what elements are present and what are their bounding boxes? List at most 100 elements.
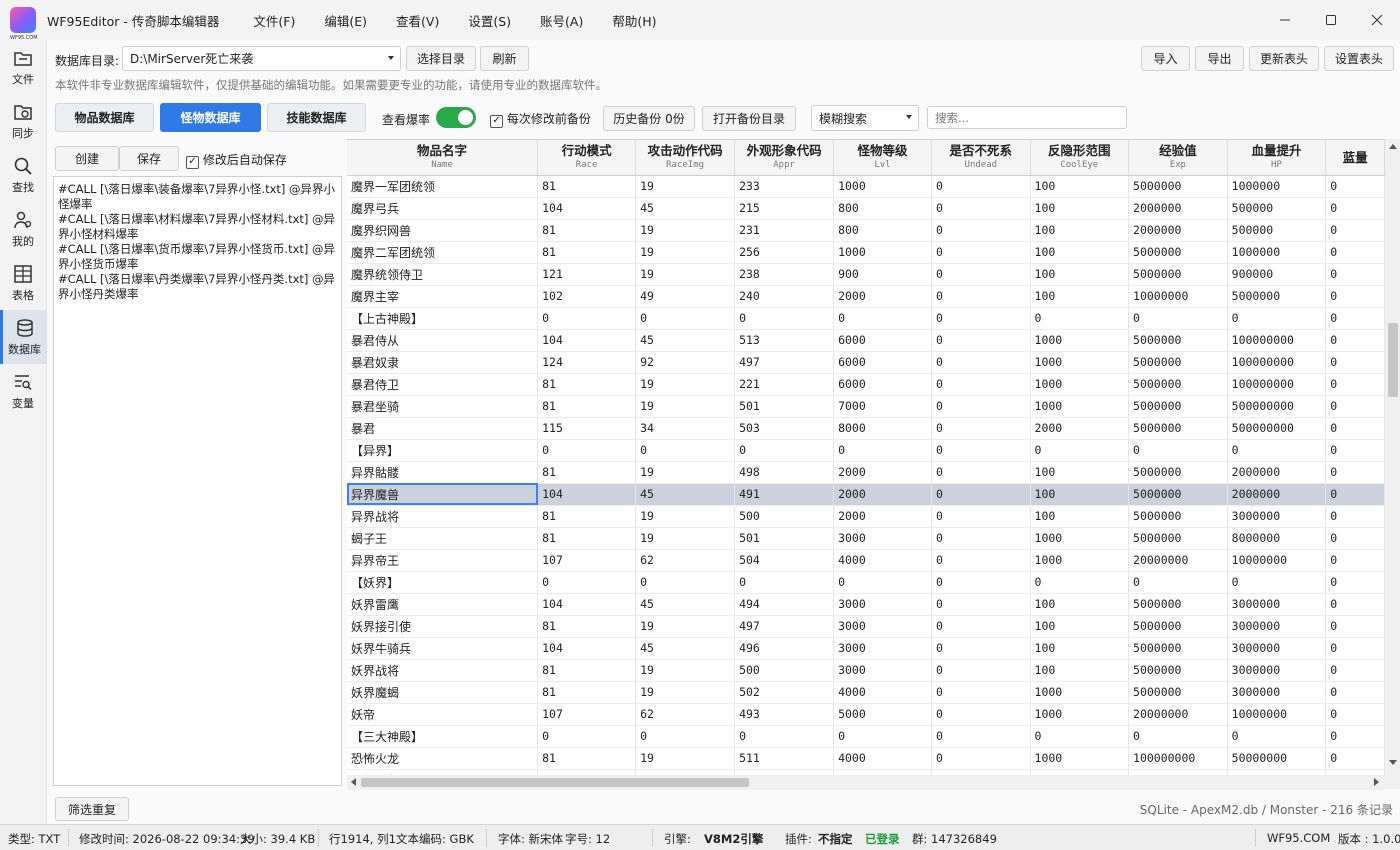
table-cell[interactable]: 104 — [537, 197, 637, 220]
table-cell[interactable]: 81 — [537, 747, 637, 770]
table-row[interactable]: 蝎子王 81 19 501 3000 0 1000 5000000 8000000 0 — [347, 527, 1385, 550]
table-cell[interactable]: 19 — [635, 505, 736, 528]
table-cell[interactable]: 19 — [635, 373, 736, 396]
table-cell[interactable]: 0 — [1325, 351, 1385, 374]
table-row[interactable]: 【上古神殿】 0 0 0 0 0 0 0 0 0 — [347, 307, 1385, 330]
table-cell[interactable]: 0 — [931, 615, 1031, 638]
table-cell[interactable]: 0 — [1128, 307, 1228, 330]
table-cell[interactable]: 5000000 — [1128, 593, 1228, 616]
table-cell[interactable]: 19 — [635, 263, 736, 286]
table-cell[interactable]: 暴君奴隶 — [347, 351, 539, 374]
table-cell[interactable]: 100 — [1030, 637, 1130, 660]
table-cell[interactable]: 0 — [1325, 703, 1385, 726]
table-cell[interactable]: 5000000 — [1128, 637, 1228, 660]
table-cell[interactable]: 5000000 — [1128, 395, 1228, 418]
table-cell[interactable]: 4000 — [833, 681, 933, 704]
table-cell[interactable]: 104 — [537, 329, 637, 352]
table-row[interactable]: 【妖界】 0 0 0 0 0 0 0 0 0 — [347, 571, 1385, 594]
table-cell[interactable]: 0 — [635, 307, 736, 330]
table-cell[interactable]: 3000000 — [1227, 681, 1327, 704]
table-cell[interactable]: 45 — [635, 637, 736, 660]
table-cell[interactable]: 蝎子王 — [347, 527, 539, 550]
table-cell[interactable]: 501 — [734, 395, 835, 418]
table-cell[interactable]: 【异界】 — [347, 439, 539, 462]
table-cell[interactable]: 1000 — [833, 241, 933, 264]
table-cell[interactable]: 0 — [537, 439, 637, 462]
table-cell[interactable]: 0 — [1325, 615, 1385, 638]
history-backup-button[interactable]: 历史备份 0份 — [603, 106, 695, 131]
table-cell[interactable]: 2000 — [833, 285, 933, 308]
table-cell[interactable]: 0 — [734, 725, 835, 748]
table-cell[interactable]: 0 — [1325, 175, 1385, 198]
table-cell[interactable]: 0 — [537, 571, 637, 594]
table-cell[interactable]: 5000000 — [1128, 263, 1228, 286]
table-cell[interactable]: 900 — [833, 263, 933, 286]
table-cell[interactable]: 0 — [931, 703, 1031, 726]
table-cell[interactable]: 0 — [833, 439, 933, 462]
table-cell[interactable]: 100 — [1030, 285, 1130, 308]
table-cell[interactable]: 暴君坐骑 — [347, 395, 539, 418]
table-row[interactable]: 暴君坐骑 81 19 501 7000 0 1000 5000000 500000000 0 — [347, 395, 1385, 418]
table-cell[interactable]: 【上古神殿】 — [347, 307, 539, 330]
table-row[interactable]: 异界骷髅 81 19 498 2000 0 100 5000000 2000000 0 — [347, 461, 1385, 484]
table-cell[interactable]: 497 — [734, 615, 835, 638]
table-cell[interactable]: 0 — [833, 725, 933, 748]
table-cell[interactable]: 1000 — [1030, 395, 1130, 418]
table-row[interactable]: 魔界一军团统领 81 19 233 1000 0 100 5000000 1000000 0 — [347, 175, 1385, 198]
table-cell[interactable]: 104 — [537, 483, 637, 506]
table-cell[interactable]: 493 — [734, 703, 835, 726]
table-cell[interactable]: 10000000 — [1128, 285, 1228, 308]
table-cell[interactable]: 妖帝 — [347, 703, 539, 726]
table-cell[interactable]: 1000 — [833, 175, 933, 198]
table-cell[interactable]: 0 — [1325, 417, 1385, 440]
table-row[interactable]: 暴君侍从 104 45 513 6000 0 1000 5000000 100000000 0 — [347, 329, 1385, 352]
backup-checkbox[interactable]: ✓ 每次修改前备份 — [490, 110, 591, 128]
sidebar-item-search[interactable]: 查找 — [0, 148, 46, 202]
table-cell[interactable]: 5000000 — [1128, 417, 1228, 440]
table-cell[interactable]: 魔界主宰 — [347, 285, 539, 308]
table-cell[interactable]: 0 — [931, 659, 1031, 682]
table-cell[interactable]: 7000 — [833, 395, 933, 418]
table-cell[interactable]: 1000 — [1030, 329, 1130, 352]
refresh-button[interactable]: 刷新 — [480, 46, 529, 71]
table-cell[interactable]: 0 — [1325, 285, 1385, 308]
column-header[interactable]: 外观形象代码 Appr — [734, 140, 835, 176]
table-cell[interactable]: 502 — [734, 681, 835, 704]
menu-settings[interactable]: 设置(S) — [468, 11, 511, 30]
table-cell[interactable]: 100000000 — [1128, 747, 1228, 770]
table-cell[interactable]: 魔界弓兵 — [347, 197, 539, 220]
set-header-button[interactable]: 设置表头 — [1324, 46, 1394, 71]
column-header[interactable]: 怪物等级 Lvl — [833, 140, 933, 176]
table-cell[interactable]: 256 — [734, 241, 835, 264]
table-cell[interactable]: 100 — [1030, 263, 1130, 286]
table-cell[interactable]: 19 — [635, 395, 736, 418]
table-cell[interactable]: 0 — [833, 571, 933, 594]
table-cell[interactable]: 215 — [734, 197, 835, 220]
table-cell[interactable]: 0 — [931, 593, 1031, 616]
table-cell[interactable]: 1000 — [1030, 351, 1130, 374]
table-cell[interactable]: 2000000 — [1128, 219, 1228, 242]
table-cell[interactable]: 0 — [931, 219, 1031, 242]
column-header[interactable]: 物品名字 Name — [347, 140, 539, 176]
db-dir-select[interactable]: D:\MirServer死亡来袭 — [122, 46, 401, 71]
vertical-scroll-thumb[interactable] — [1388, 323, 1398, 397]
filter-duplicates-button[interactable]: 筛选重复 — [55, 797, 129, 821]
table-cell[interactable]: 暴君侍从 — [347, 329, 539, 352]
table-cell[interactable]: 500000 — [1227, 219, 1327, 242]
maximize-button[interactable] — [1308, 0, 1354, 40]
table-cell[interactable]: 19 — [635, 461, 736, 484]
tab-skill-db[interactable]: 技能数据库 — [267, 103, 366, 132]
table-cell[interactable]: 0 — [931, 307, 1031, 330]
table-cell[interactable]: 魔界织网兽 — [347, 219, 539, 242]
table-cell[interactable]: 0 — [931, 439, 1031, 462]
table-cell[interactable]: 10000000 — [1227, 549, 1327, 572]
tab-item-db[interactable]: 物品数据库 — [55, 103, 154, 132]
sidebar-item-database[interactable]: 数据库 — [0, 310, 46, 364]
table-cell[interactable]: 0 — [931, 681, 1031, 704]
status-engine[interactable]: V8M2引擎 — [704, 831, 763, 847]
table-cell[interactable]: 100 — [1030, 659, 1130, 682]
table-cell[interactable]: 81 — [537, 681, 637, 704]
table-cell[interactable]: 104 — [537, 593, 637, 616]
table-cell[interactable]: 0 — [1325, 439, 1385, 462]
table-cell[interactable]: 妖界魔蝎 — [347, 681, 539, 704]
